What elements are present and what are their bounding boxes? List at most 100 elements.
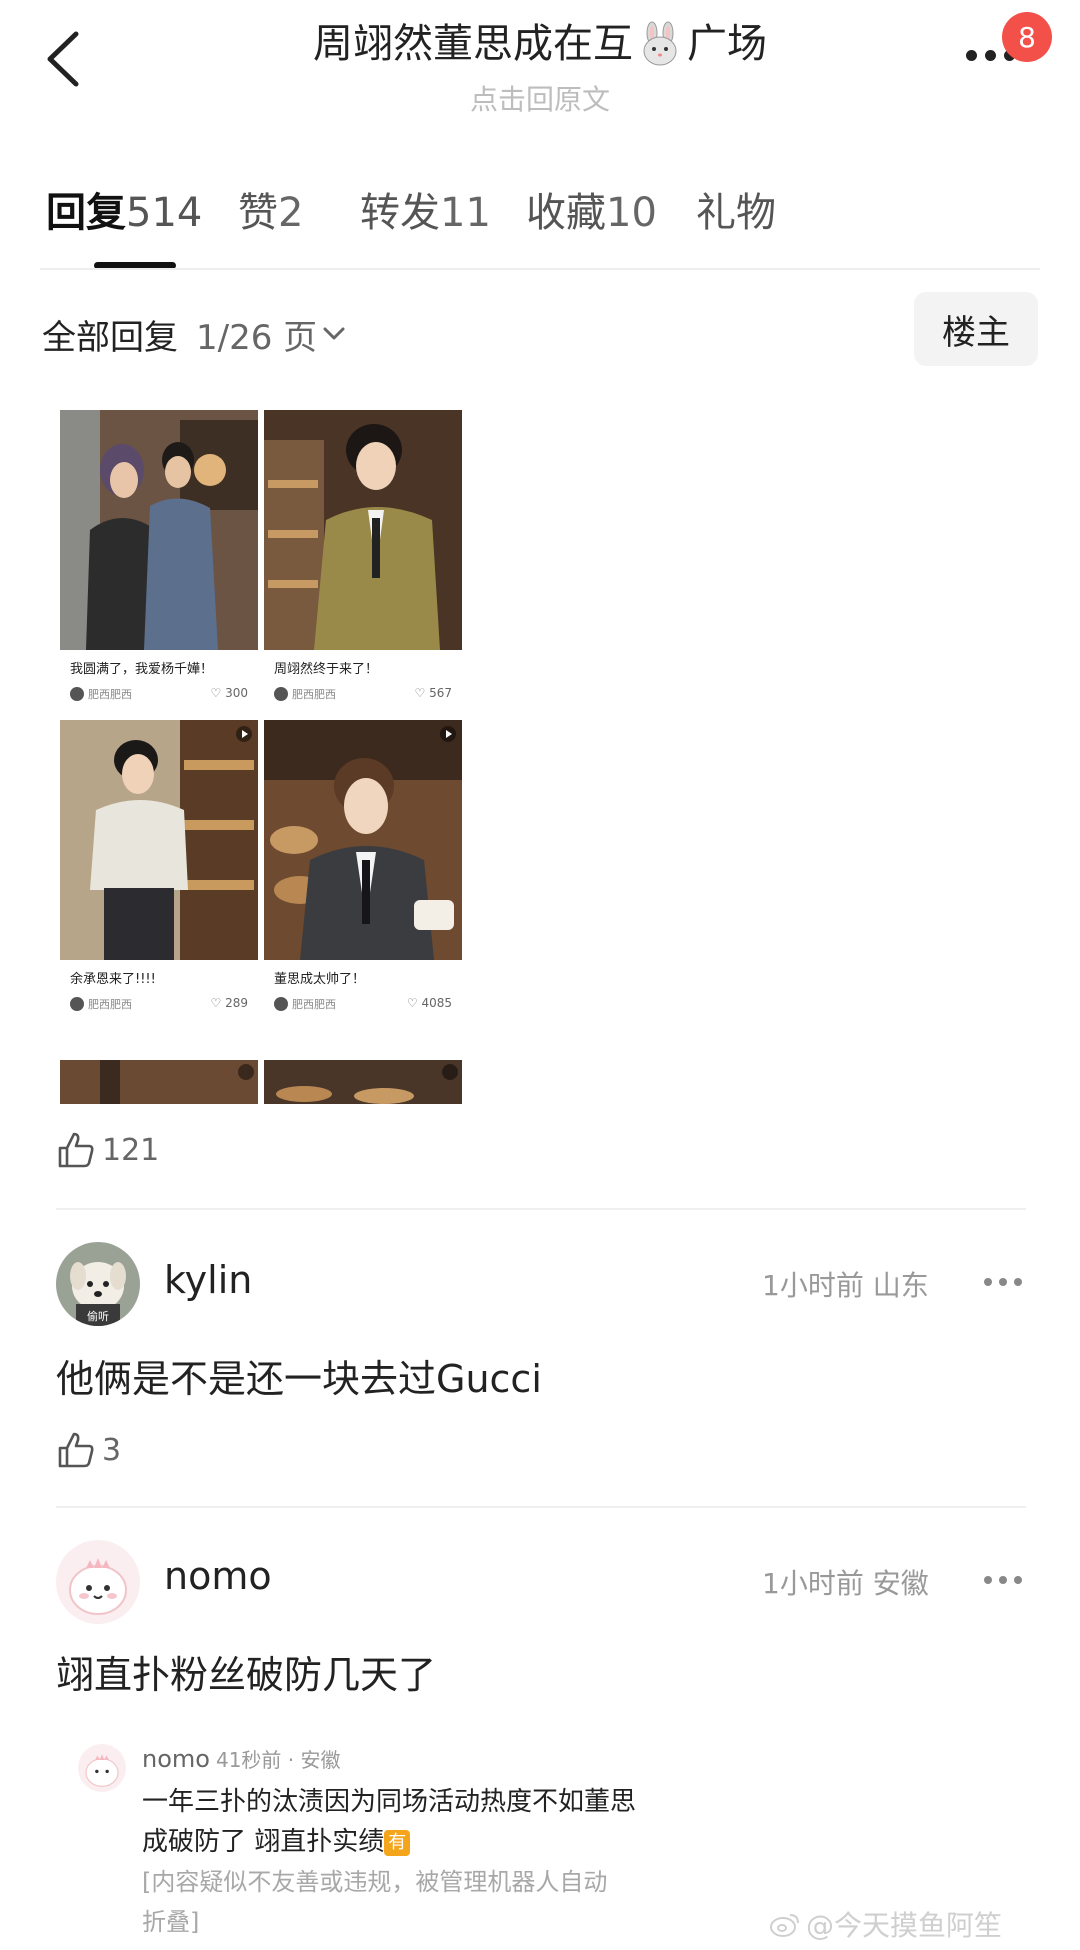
comment-text: 翊直扑粉丝破防几天了 — [56, 1653, 437, 1697]
quote-time: 41秒前 · 安徽 — [215, 1748, 341, 1772]
comment-time: 1小时前 — [762, 1269, 864, 1302]
tab-likes[interactable]: 赞2 — [238, 180, 303, 238]
tab-label: 回复 — [46, 190, 126, 236]
all-replies-label: 全部回复 — [42, 317, 178, 358]
card-likes-count: 567 — [429, 686, 452, 700]
card-likes: ♡ 4085 — [406, 996, 452, 1010]
comment-time: 1小时前 — [762, 1567, 864, 1600]
more-dot — [999, 1278, 1007, 1286]
divider — [56, 1208, 1026, 1210]
thumbs-up-icon — [58, 1132, 94, 1168]
op-only-button[interactable]: 楼主 — [914, 292, 1038, 366]
reply-filter-row: 全部回复 1/26 页 — [42, 304, 345, 364]
tab-reposts[interactable]: 转发11 — [360, 180, 491, 238]
avatar[interactable]: 偷听 — [56, 1242, 140, 1326]
quote-text: 一年三扑的汰渍因为同场活动热度不如董思 成破防了 翊直扑实绩有 — [142, 1782, 702, 1862]
bunny-emoji-icon — [643, 21, 677, 66]
card-author-name: 肥西肥西 — [292, 688, 336, 701]
photo-man-in-khaki-icon — [264, 410, 462, 650]
feed-card: 董思成太帅了！ 肥西肥西 ♡ 4085 — [264, 720, 462, 1022]
tab-count: 514 — [126, 190, 203, 236]
quote-text-line-2: 成破防了 翊直扑实绩有 — [142, 1822, 702, 1862]
tab-replies[interactable]: 回复514 — [46, 180, 202, 238]
watermark-text: @今天摸鱼阿笙 — [806, 1909, 1003, 1942]
dog-avatar-icon: 偷听 — [56, 1242, 140, 1326]
tab-label: 礼物 — [696, 190, 776, 236]
more-dot — [984, 1576, 992, 1584]
video-play-icon — [440, 726, 456, 742]
title-prefix: 周翊然董思成在互 — [313, 21, 633, 67]
weibo-watermark: @今天摸鱼阿笙 — [770, 1904, 1002, 1944]
quote-username-text: nomo — [142, 1745, 210, 1773]
folded-notice-line: [内容疑似不友善或违规，被管理机器人自动 — [142, 1868, 608, 1896]
notification-badge: 8 — [1002, 12, 1052, 62]
comment-location: 山东 — [872, 1269, 929, 1302]
card-author: 肥西肥西 — [274, 996, 336, 1012]
tab-count: 10 — [606, 190, 657, 236]
avatar — [274, 687, 288, 701]
tab-gifts[interactable]: 礼物 — [696, 180, 776, 238]
back-arrow-icon[interactable] — [36, 24, 96, 94]
comment-more-button[interactable] — [984, 1278, 1022, 1286]
avatar[interactable] — [56, 1540, 140, 1624]
card-author: 肥西肥西 — [274, 686, 336, 702]
comment-like-count: 3 — [102, 1432, 122, 1468]
more-dot — [1014, 1576, 1022, 1584]
post-image[interactable]: 我圆满了，我爱杨千嬅！ 肥西肥西 ♡ 300 周翊然终于来了！ 肥西肥西 ♡ 5… — [56, 384, 466, 1104]
avatar-label: 偷听 — [87, 1309, 109, 1323]
tab-count: 2 — [278, 190, 304, 236]
more-dot — [984, 1278, 992, 1286]
card-likes: ♡ 289 — [210, 996, 248, 1010]
photo-man-in-white-icon — [60, 720, 258, 960]
post-like-button[interactable]: 121 — [56, 1130, 159, 1170]
quote-text-line: 一年三扑的汰渍因为同场活动热度不如董思 — [142, 1787, 637, 1817]
folded-notice: [内容疑似不友善或违规，被管理机器人自动 折叠] — [142, 1862, 682, 1942]
card-author: 肥西肥西 — [70, 686, 132, 702]
feed-card: 我圆满了，我爱杨千嬅！ 肥西肥西 ♡ 300 — [60, 410, 258, 712]
title-block[interactable]: 周翊然董思成在互 广场 点击回原文 — [200, 16, 880, 118]
post-like-count: 121 — [102, 1132, 160, 1168]
comment-like-button[interactable]: 3 — [56, 1430, 121, 1470]
tab-favorites[interactable]: 收藏10 — [526, 180, 657, 238]
tab-label: 收藏 — [526, 190, 606, 236]
card-likes-count: 300 — [225, 686, 248, 700]
photo-man-in-suit-icon — [264, 720, 462, 960]
pink-dino-avatar-icon — [78, 1744, 126, 1792]
weibo-logo-icon — [770, 1914, 799, 1937]
photo-celebrities-icon — [60, 410, 258, 650]
card-likes: ♡ 567 — [414, 686, 452, 700]
feed-card: 周翊然终于来了！ 肥西肥西 ♡ 567 — [264, 410, 462, 712]
avatar — [70, 687, 84, 701]
comment-meta: 1小时前 山东 — [762, 1264, 929, 1304]
divider — [56, 1506, 1026, 1508]
comment-location: 安徽 — [872, 1567, 929, 1600]
avatar — [274, 997, 288, 1011]
comment-username[interactable]: nomo — [164, 1554, 272, 1598]
feed-card-partial — [264, 1060, 462, 1104]
tab-count: 11 — [440, 190, 491, 236]
tab-label: 赞 — [238, 190, 278, 236]
card-caption: 余承恩来了!!!! — [70, 972, 156, 987]
comment-username[interactable]: kylin — [164, 1258, 252, 1302]
card-author: 肥西肥西 — [70, 996, 132, 1012]
feed-card: 余承恩来了!!!! 肥西肥西 ♡ 289 — [60, 720, 258, 1022]
page-selector[interactable]: 1/26 页 — [196, 310, 345, 359]
comment-meta: 1小时前 安徽 — [762, 1562, 929, 1602]
top-bar: 周翊然董思成在互 广场 点击回原文 8 — [0, 0, 1080, 130]
card-caption: 周翊然终于来了！ — [274, 662, 379, 677]
card-author-name: 肥西肥西 — [88, 688, 132, 701]
card-caption: 我圆满了，我爱杨千嬅！ — [70, 662, 214, 677]
folded-notice-line: 折叠] — [142, 1908, 200, 1936]
video-play-icon — [236, 726, 252, 742]
avatar — [70, 997, 84, 1011]
page-title: 周翊然董思成在互 广场 — [313, 16, 767, 72]
avatar — [78, 1744, 126, 1792]
card-caption: 董思成太帅了！ — [274, 972, 366, 987]
comment-more-button[interactable] — [984, 1576, 1022, 1584]
more-dot — [966, 50, 977, 61]
back-to-original-link[interactable]: 点击回原文 — [200, 78, 880, 118]
more-dot — [999, 1576, 1007, 1584]
tab-divider — [40, 268, 1040, 270]
card-author-name: 肥西肥西 — [88, 998, 132, 1011]
more-dot — [985, 50, 996, 61]
